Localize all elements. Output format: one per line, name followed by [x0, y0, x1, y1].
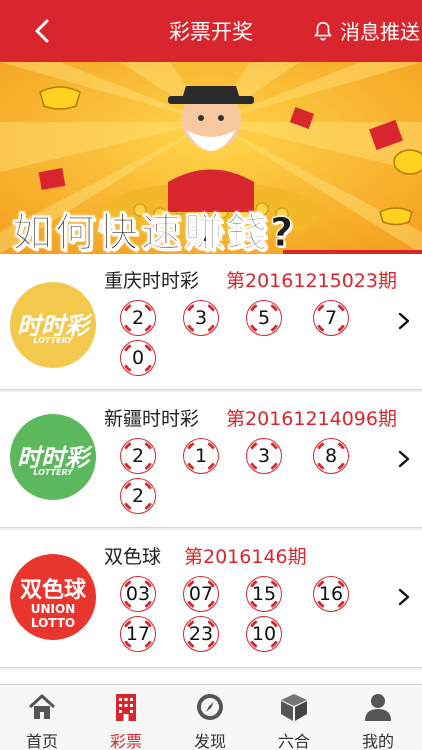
- tab-label: 首页: [25, 732, 58, 750]
- result-ball: 2: [120, 438, 156, 474]
- result-ball: 3: [183, 300, 219, 336]
- result-ball: 2: [120, 300, 156, 336]
- chevron-right-icon: [398, 450, 410, 468]
- lottery-logo: 时时彩 LOTTERY: [10, 282, 96, 368]
- lottery-item-xjssc[interactable]: 时时彩 LOTTERY 新疆时时彩 第20161214096期 2 1 3 8 …: [0, 392, 422, 528]
- bell-icon: [314, 21, 332, 41]
- result-ball: 5: [246, 300, 282, 336]
- tab-label: 发现: [193, 732, 226, 750]
- home-icon: [28, 694, 56, 719]
- bottom-tab-bar: 首页 彩票 发现 六合 我的: [0, 684, 422, 750]
- lottery-logo: 双色球 UNION LOTTO: [10, 554, 96, 640]
- lottery-issue: 第20161214096期: [226, 408, 397, 430]
- tab-liuhe[interactable]: 六合: [252, 685, 336, 750]
- tab-lottery[interactable]: 彩票: [84, 685, 168, 750]
- lottery-logo: 时时彩 LOTTERY: [10, 414, 96, 500]
- result-ball: 2: [120, 478, 156, 514]
- result-ball: 8: [313, 438, 349, 474]
- lottery-name: 重庆时时彩: [104, 270, 200, 292]
- lottery-logo-text: 双色球: [19, 578, 86, 603]
- chevron-right-icon: [398, 588, 410, 606]
- tab-home[interactable]: 首页: [0, 685, 84, 750]
- result-ball: 16: [313, 576, 349, 612]
- message-push-label: 消息推送: [340, 20, 420, 44]
- result-ball: 03: [120, 576, 156, 612]
- result-ball: 15: [246, 576, 282, 612]
- user-icon: [365, 694, 391, 721]
- result-ball: 3: [246, 438, 282, 474]
- lottery-item-ssq[interactable]: 双色球 UNION LOTTO 双色球 第2016146期 03 07 15 1…: [0, 530, 422, 668]
- result-ball: 1: [183, 438, 219, 474]
- cube-icon: [281, 694, 307, 721]
- lottery-item-cqssc[interactable]: 时时彩 LOTTERY 重庆时时彩 第20161215023期 2 3 5 7 …: [0, 254, 422, 390]
- result-ball: 23: [183, 616, 219, 652]
- lottery-issue: 第2016146期: [184, 546, 307, 568]
- result-ball: 7: [313, 300, 349, 336]
- lottery-logo-sub: LOTTERY: [33, 468, 73, 477]
- lottery-item-partial[interactable]: [0, 670, 422, 684]
- building-icon: [116, 694, 136, 721]
- message-push-button[interactable]: 消息推送: [312, 16, 420, 45]
- lottery-name: 新疆时时彩: [104, 408, 200, 430]
- compass-icon: [197, 694, 223, 720]
- tab-discover[interactable]: 发现: [168, 685, 252, 750]
- tab-mine[interactable]: 我的: [336, 685, 420, 750]
- result-ball: 17: [120, 616, 156, 652]
- result-ball: 07: [183, 576, 219, 612]
- result-ball: 0: [120, 340, 156, 376]
- tab-label: 六合: [277, 732, 310, 750]
- promo-banner[interactable]: 如何快速賺錢?: [0, 62, 422, 254]
- lottery-name: 双色球: [104, 546, 162, 568]
- lottery-logo-sub: UNION LOTTO: [30, 602, 76, 630]
- lottery-issue: 第20161215023期: [226, 270, 397, 292]
- lottery-logo-sub: LOTTERY: [33, 336, 73, 345]
- banner-slogan: 如何快速賺錢?: [11, 210, 297, 255]
- app-header: 彩票开奖 消息推送: [0, 0, 422, 62]
- tab-label: 彩票: [109, 732, 142, 750]
- chevron-right-icon: [398, 312, 410, 330]
- result-ball: 10: [246, 616, 282, 652]
- tab-label: 我的: [361, 732, 394, 750]
